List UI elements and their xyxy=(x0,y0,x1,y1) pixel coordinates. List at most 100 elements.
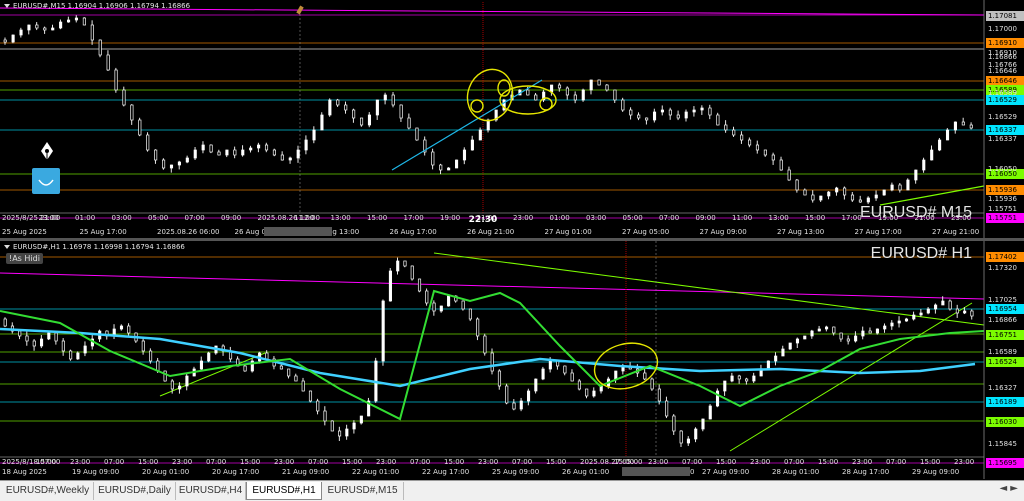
m15-symbol-header: EURUSD#,M15 1.16904 1.16906 1.16794 1.16… xyxy=(4,2,190,10)
h1-candle xyxy=(447,295,451,307)
m15-candle xyxy=(748,139,752,146)
time-tick-label: 17:00 xyxy=(842,214,862,222)
h1-candle xyxy=(686,438,691,444)
m15-candle xyxy=(74,17,79,21)
m15-candle xyxy=(550,84,554,93)
m15-candle xyxy=(637,114,641,119)
m15-candle xyxy=(676,114,680,119)
m15-candle xyxy=(605,84,609,91)
h1-candle xyxy=(497,370,502,387)
h1-candle xyxy=(832,326,836,334)
smile-face-icon[interactable] xyxy=(32,168,60,194)
date-tick-label: 18 Aug 2025 xyxy=(2,468,47,476)
m15-candle xyxy=(858,199,862,203)
h1-candle xyxy=(61,340,65,352)
m15-candle xyxy=(835,187,839,193)
chart-tab[interactable]: EURUSD#,M15 xyxy=(322,482,404,500)
h1-candle xyxy=(39,338,44,347)
m15-candle xyxy=(122,89,126,106)
h1-chart-canvas[interactable]: 2025/8/18 07:0015:00 23:00 07:00 15:00 23:00… xyxy=(0,241,1024,479)
time-tick-label: 23:00 xyxy=(750,458,770,466)
date-tick-label: 29 Aug 09:00 xyxy=(912,468,959,476)
m15-candle xyxy=(312,129,316,141)
m15-candle xyxy=(597,79,601,86)
date-tick-label: 27 Aug 17:00 xyxy=(855,228,902,236)
h1-candle xyxy=(875,328,879,334)
m15-candle xyxy=(209,144,213,153)
m15-candle xyxy=(882,189,886,196)
m15-candle xyxy=(969,124,973,129)
m15-candle xyxy=(35,24,39,29)
h1-chart-pane[interactable]: 2025/8/18 07:00 15:00 23:00 07:00 15:00 23:00… xyxy=(0,241,1024,479)
green-trendline xyxy=(879,185,985,206)
h1-candle xyxy=(745,378,749,382)
price-axis-tick: 1.16866 xyxy=(988,53,1017,61)
m15-candle xyxy=(779,159,783,171)
price-level-tag: 1.17081 xyxy=(986,11,1024,21)
h1-candle xyxy=(803,335,807,340)
collapse-triangle-icon[interactable] xyxy=(4,245,10,249)
m15-candle xyxy=(565,87,569,96)
m15-candle xyxy=(439,164,443,171)
h1-candle xyxy=(534,378,538,392)
m15-candle xyxy=(288,157,292,161)
h1-candle xyxy=(577,380,581,390)
h1-candle xyxy=(439,305,443,312)
m15-candle xyxy=(241,149,245,156)
m15-candle xyxy=(106,54,110,71)
pen-nib-icon[interactable] xyxy=(36,140,58,162)
chart-tab[interactable]: EURUSD#,H1 xyxy=(246,482,322,500)
m15-candle xyxy=(138,119,142,136)
m15-candle xyxy=(431,151,435,166)
m15-chart-canvas[interactable]: 2025/8/25 21:0023:00 01:00 03:00 05:00 07:00… xyxy=(0,0,1024,238)
m15-candle xyxy=(225,149,229,156)
m15-candle xyxy=(763,149,767,156)
time-tick-label: 15:00 xyxy=(716,458,736,466)
time-tick-label: 05:00 xyxy=(148,214,168,222)
h1-candle xyxy=(316,400,320,412)
m15-candle xyxy=(27,24,31,31)
h1-candle xyxy=(149,350,153,362)
time-tick-label: 01:00 xyxy=(550,214,570,222)
h1-candle xyxy=(708,405,712,420)
chart-tab[interactable]: EURUSD#,Daily xyxy=(94,482,176,500)
tab-scroll-arrows[interactable]: ◄ ► xyxy=(999,483,1018,494)
date-tick-label: 21 Aug 09:00 xyxy=(282,468,329,476)
chart-tab[interactable]: EURUSD#,H4 xyxy=(176,482,246,500)
time-tick-label: 23:00 xyxy=(376,458,396,466)
h1-candle xyxy=(948,300,952,310)
h1-candle xyxy=(781,348,785,357)
m15-candle xyxy=(771,154,775,161)
m15-candle xyxy=(447,167,451,171)
date-tick-label: 25 Aug 2025 xyxy=(2,228,47,236)
price-level-tag: 1.16030 xyxy=(986,417,1024,427)
time-tick-label: 07:00 xyxy=(185,214,205,222)
date-tick-label: 22 Aug 01:00 xyxy=(352,468,399,476)
m15-candle xyxy=(415,127,419,141)
hidden-objects-badge[interactable]: !As Hidi xyxy=(6,253,43,264)
h1-candle xyxy=(417,278,422,292)
m15-candle xyxy=(573,94,577,101)
chart-tab-bar: EURUSD#,Weekly EURUSD#,Daily EURUSD#,H4 EUR… xyxy=(0,480,1024,501)
m15-candle xyxy=(526,89,530,96)
h1-candle xyxy=(199,360,204,370)
h1-candle xyxy=(345,428,349,437)
m15-chart-pane[interactable]: 2025/8/25 21:00 23:00 01:00 03:00 05:00 07:00… xyxy=(0,0,1024,238)
m15-candle xyxy=(407,117,411,129)
h1-header-text: EURUSD#,H1 1.16978 1.16998 1.16794 1.168… xyxy=(13,243,185,251)
collapse-triangle-icon[interactable] xyxy=(4,4,10,8)
chart-tab[interactable]: EURUSD#,Weekly xyxy=(2,482,94,500)
date-tick-label: 28 Aug 17:00 xyxy=(842,468,889,476)
m15-candle xyxy=(938,139,942,151)
h1-candle xyxy=(178,385,182,390)
time-tick-label: 09:00 xyxy=(696,214,716,222)
price-axis-tick: 1.17320 xyxy=(988,264,1017,272)
time-tick-label: 23:00 xyxy=(852,458,872,466)
time-tick-label: 15:00 xyxy=(920,458,940,466)
h1-candle xyxy=(585,388,589,397)
h1-candle xyxy=(490,352,494,372)
h1-candle xyxy=(265,352,269,360)
m15-candle xyxy=(193,149,197,159)
h1-candle xyxy=(432,302,436,312)
time-tick-label: 23:00 xyxy=(478,458,498,466)
